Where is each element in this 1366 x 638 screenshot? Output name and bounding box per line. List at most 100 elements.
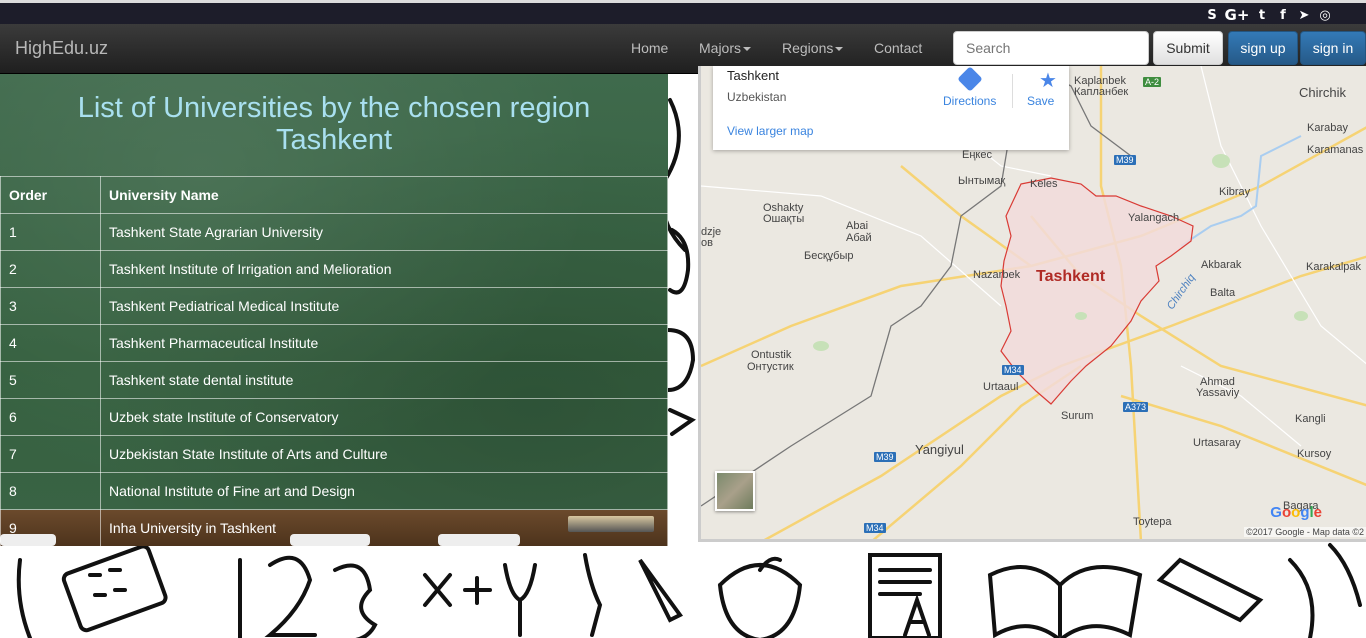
directions-icon[interactable] [957, 66, 983, 92]
directions-link[interactable]: Directions [943, 94, 996, 108]
page-title: List of Universities by the chosen regio… [0, 92, 668, 156]
road-shield: M34 [1002, 365, 1024, 375]
sign-up-button[interactable]: sign up [1228, 31, 1298, 65]
table-row: 5 Tashkent state dental institute [0, 361, 668, 399]
map-place-label: Akbarak [1201, 259, 1242, 271]
table-header-row: Order University Name [0, 176, 668, 214]
map-place-label: Бесқұбыр [804, 250, 854, 262]
university-name: Tashkent Pediatrical Medical Institute [100, 287, 668, 325]
table-row: 2 Tashkent Institute of Irrigation and Me… [0, 250, 668, 288]
table-row: 7 Uzbekistan State Institute of Arts and … [0, 435, 668, 473]
university-name: Tashkent Institute of Irrigation and Mel… [100, 250, 668, 288]
map-place-label: Kursoy [1297, 448, 1332, 460]
page-title-region: Tashkent [275, 124, 393, 156]
table-row: 6 Uzbek state Institute of Conservatory [0, 398, 668, 436]
nav-regions-dropdown[interactable]: Regions [782, 40, 844, 56]
nav-regions-label: Regions [782, 40, 834, 56]
column-header-name: University Name [100, 176, 668, 214]
submit-button[interactable]: Submit [1153, 31, 1223, 65]
google-map-embed[interactable]: Kaplanbek Капланбек Chirchik Karabay Kar… [698, 66, 1366, 542]
row-order: 4 [0, 324, 101, 362]
map-place-label: Toytepa [1133, 516, 1172, 528]
map-place-label: Kibray [1219, 186, 1251, 198]
map-place-label: Yalangach [1128, 212, 1180, 224]
chalkboard-panel: List of Universities by the chosen regio… [0, 74, 668, 546]
map-city-label: Tashkent [1036, 268, 1106, 285]
nav-home[interactable]: Home [631, 40, 668, 56]
map-place-label: Karakalpak [1306, 261, 1362, 273]
map-copyright: ©2017 Google - Map data ©2 [1244, 527, 1366, 537]
university-name: Tashkent Pharmaceutical Institute [100, 324, 668, 362]
twitter-icon[interactable]: t [1253, 6, 1271, 24]
map-place-label: Kangli [1295, 413, 1326, 425]
caret-down-icon [743, 47, 752, 52]
row-order: 5 [0, 361, 101, 399]
satellite-toggle-thumbnail[interactable] [715, 471, 755, 511]
telegram-icon[interactable]: ➤ [1295, 6, 1313, 24]
table-row: 9 Inha University in Tashkent [0, 509, 668, 546]
map-place-label: Abai [846, 220, 869, 232]
instagram-icon[interactable]: ◎ [1316, 6, 1334, 24]
place-card-title: Tashkent [727, 68, 780, 83]
card-divider [1012, 74, 1013, 108]
nav-contact[interactable]: Contact [874, 40, 922, 56]
map-place-label: Yangiyul [915, 442, 964, 457]
university-name: Uzbekistan State Institute of Arts and C… [100, 435, 668, 473]
map-place-label: Balta [1210, 287, 1236, 299]
row-order: 6 [0, 398, 101, 436]
map-place-label: Yassaviy [1196, 387, 1240, 399]
sign-in-button[interactable]: sign in [1300, 31, 1366, 65]
universities-table: Order University Name 1 Tashkent State Ag… [0, 176, 668, 546]
map-place-label: Surum [1061, 410, 1094, 422]
map-place-label: Urtaaul [983, 381, 1019, 393]
brand-link[interactable]: HighEdu.uz [15, 38, 108, 59]
university-name: Uzbek state Institute of Conservatory [100, 398, 668, 436]
map-place-label: Ontustik [751, 349, 792, 361]
map-place-label: Chirchik [1299, 85, 1346, 100]
road-shield: M39 [874, 452, 896, 462]
map-place-label: Ошақты [763, 213, 805, 225]
map-place-label: Karamanas [1307, 144, 1364, 156]
star-icon[interactable]: ★ [1039, 68, 1057, 92]
nav-majors-dropdown[interactable]: Majors [699, 40, 752, 56]
place-card-subtitle: Uzbekistan [727, 90, 787, 104]
google-plus-icon[interactable]: G+ [1224, 6, 1250, 24]
map-place-label: Еңкес [962, 149, 992, 161]
google-logo: Google [1270, 504, 1322, 521]
map-place-label: Абай [846, 232, 872, 244]
road-shield: A-2 [1143, 77, 1162, 87]
page-title-line1: List of Universities by the chosen regio… [77, 92, 591, 124]
nav-majors-label: Majors [699, 40, 742, 56]
top-social-strip: S G+ t f ➤ ◎ [0, 0, 1366, 24]
row-order: 1 [0, 213, 101, 251]
map-place-card: Tashkent Uzbekistan View larger map Dire… [713, 66, 1069, 150]
row-order: 2 [0, 250, 101, 288]
map-place-label: Ынтымақ [958, 175, 1006, 187]
table-row: 1 Tashkent State Agrarian University [0, 213, 668, 251]
social-links: S G+ t f ➤ ◎ [1203, 6, 1334, 24]
road-shield: M34 [864, 523, 886, 533]
save-link[interactable]: Save [1027, 94, 1054, 108]
university-name: Inha University in Tashkent [100, 509, 668, 546]
row-order: 7 [0, 435, 101, 473]
search-input[interactable] [953, 31, 1149, 65]
map-place-label: Karabay [1307, 122, 1348, 134]
view-larger-map-link[interactable]: View larger map [727, 124, 813, 138]
table-row: 4 Tashkent Pharmaceutical Institute [0, 324, 668, 362]
map-place-label: Nazarbek [973, 269, 1021, 281]
facebook-icon[interactable]: f [1274, 6, 1292, 24]
road-shield: M39 [1114, 155, 1136, 165]
table-row: 3 Tashkent Pediatrical Medical Institute [0, 287, 668, 325]
university-name: Tashkent state dental institute [100, 361, 668, 399]
map-place-label: Капланбек [1074, 86, 1129, 98]
skype-icon[interactable]: S [1203, 6, 1221, 24]
map-place-label: Keles [1030, 178, 1058, 190]
road-shield: A373 [1123, 402, 1149, 412]
map-place-label: Urtasaray [1193, 437, 1241, 449]
university-name: Tashkent State Agrarian University [100, 213, 668, 251]
row-order: 9 [0, 509, 101, 546]
row-order: 3 [0, 287, 101, 325]
map-place-label: Онтустик [747, 361, 794, 373]
caret-down-icon [835, 47, 844, 52]
table-row: 8 National Institute of Fine art and Desi… [0, 472, 668, 510]
